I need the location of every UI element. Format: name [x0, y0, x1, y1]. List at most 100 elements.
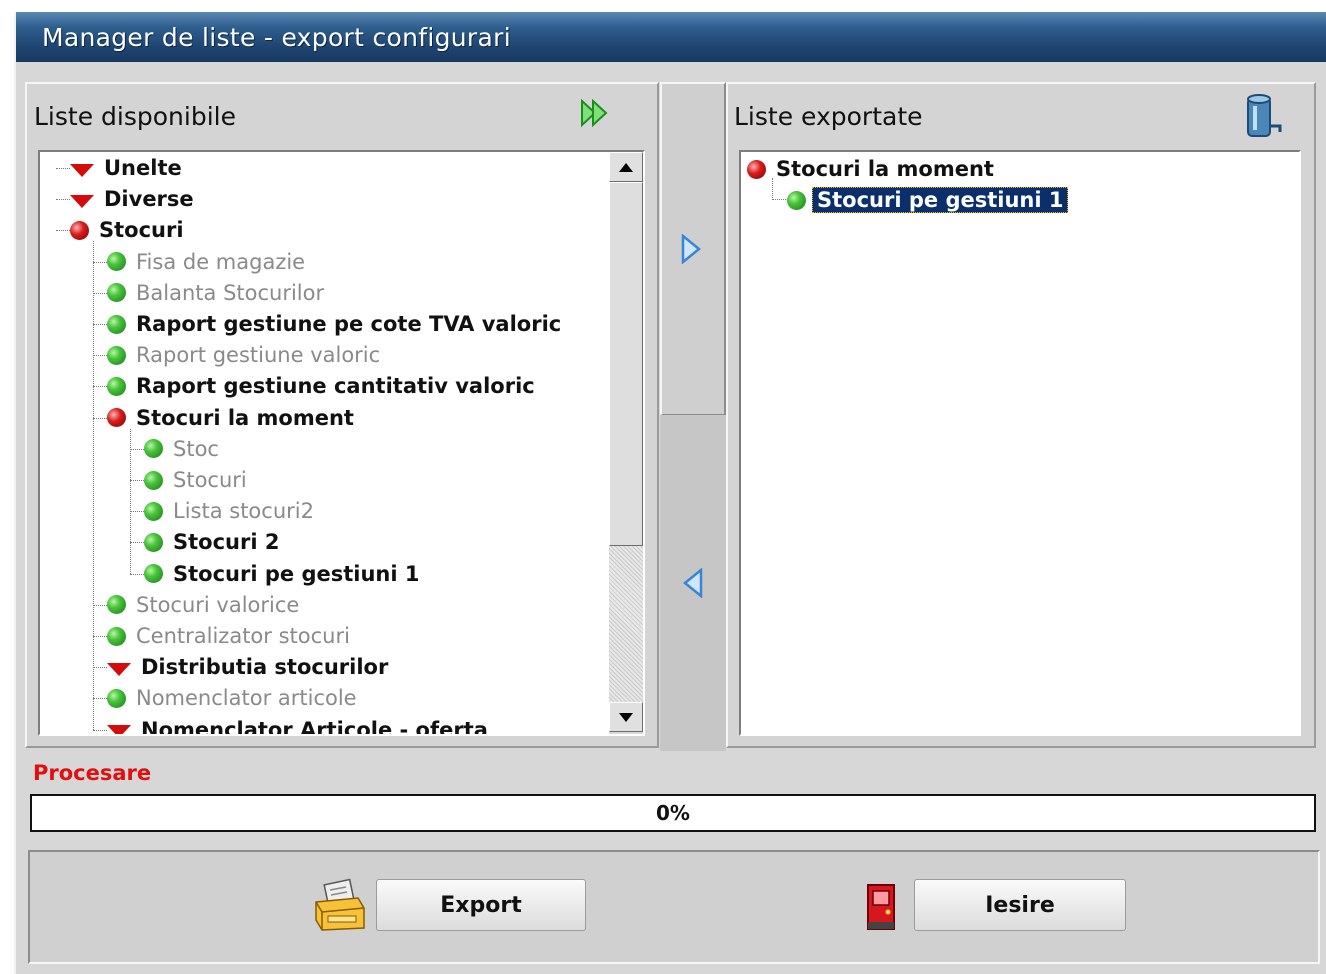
available-lists-panel: Liste disponibile Unelte Diverse Stocuri Fi… [25, 82, 659, 748]
scroll-up-button[interactable] [609, 152, 643, 182]
red-dot-icon [70, 220, 89, 240]
tree-item[interactable]: Stocuri 2 [144, 527, 279, 557]
tree-connector [130, 448, 144, 450]
tree-guide [93, 241, 94, 730]
trash-bin-icon[interactable] [1242, 92, 1286, 140]
tree-item[interactable]: Raport gestiune pe cote TVA valoric [107, 309, 561, 339]
double-arrow-right-icon[interactable] [579, 98, 611, 128]
tree-connector [93, 292, 107, 294]
chevron-down-icon [70, 194, 94, 208]
tree-connector [93, 386, 107, 388]
scroll-up-icon [619, 162, 633, 172]
exported-tree-item[interactable]: Stocuri la moment [747, 154, 994, 184]
exit-button[interactable]: Iesire [914, 879, 1126, 931]
progress-text: 0% [656, 801, 690, 825]
tree-connector [93, 667, 107, 669]
tree-connector [93, 355, 107, 357]
tree-item[interactable]: Fisa de magazie [107, 247, 305, 277]
tree-connector [93, 729, 107, 731]
green-dot-icon [107, 688, 126, 708]
chevron-down-icon [107, 725, 131, 734]
tree-item-label: Stoc [173, 436, 219, 461]
exported-tree-item[interactable]: Stocuri pe gestiuni 1 [787, 185, 1069, 215]
tree-item[interactable]: Unelte [70, 153, 182, 183]
red-dot-icon [747, 159, 766, 179]
arrow-left-icon[interactable] [682, 568, 704, 598]
tree-item-label: Stocuri la moment [776, 157, 994, 181]
exit-door-icon [867, 884, 895, 930]
tree-connector [772, 199, 786, 200]
tree-item[interactable]: Raport gestiune valoric [107, 340, 380, 370]
tree-item-label: Raport gestiune valoric [136, 343, 381, 368]
tree-connector [93, 636, 107, 637]
tree-item[interactable]: Diverse [70, 184, 194, 214]
tree-connector [130, 542, 144, 544]
tree-item-label: Lista stocuri2 [173, 499, 314, 524]
green-dot-icon [144, 564, 163, 584]
tree-item[interactable]: Lista stocuri2 [144, 496, 314, 526]
tree-item-label: Nomenclator Articole - oferta [141, 717, 488, 736]
tree-item-label: Raport gestiune cantitativ valoric [136, 374, 535, 399]
processing-label: Procesare [33, 761, 152, 785]
available-lists-tree[interactable]: Unelte Diverse Stocuri Fisa de magazie Balan… [38, 150, 645, 736]
tree-item[interactable]: Stocuri valorice [107, 590, 299, 620]
green-dot-icon [107, 314, 126, 334]
tree-item[interactable]: Stocuri la moment [107, 403, 354, 433]
title-bar: Manager de liste - export configurari [16, 12, 1326, 62]
tree-item-label: Unelte [104, 156, 182, 180]
arrow-right-icon[interactable] [680, 234, 702, 264]
export-button[interactable]: Export [376, 879, 586, 931]
printer-export-icon [315, 878, 365, 931]
tree-item-label: Stocuri la moment [136, 405, 354, 430]
tree-item-label: Nomenclator articole [136, 686, 357, 711]
tree-item-label: Fisa de magazie [136, 249, 306, 274]
tree-item[interactable]: Raport gestiune cantitativ valoric [107, 371, 535, 401]
tree-connector [93, 261, 107, 263]
tree-connector [93, 698, 107, 700]
tree-item-label: Raport gestiune pe cote TVA valoric [136, 312, 562, 336]
green-dot-icon [144, 439, 163, 459]
chevron-down-icon [70, 163, 94, 177]
exported-lists-title: Liste exportate [734, 102, 923, 131]
tree-connector [56, 230, 70, 232]
tree-item[interactable]: Stocuri pe gestiuni 1 [144, 559, 419, 589]
tree-item[interactable]: Stoc [144, 434, 219, 464]
tree-connector [130, 480, 144, 481]
green-dot-icon [107, 283, 126, 303]
green-dot-icon [107, 595, 126, 615]
scroll-down-icon [619, 712, 633, 722]
tree-item[interactable]: Stocuri [70, 215, 184, 245]
green-dot-icon [144, 532, 163, 552]
tree-connector [130, 573, 144, 575]
chevron-down-icon [107, 662, 131, 676]
tree-item[interactable]: Balanta Stocurilor [107, 278, 324, 308]
available-lists-title: Liste disponibile [34, 102, 236, 131]
tree-item-label: Stocuri [99, 218, 184, 243]
green-dot-icon [107, 376, 126, 396]
button-panel: Export Iesire [28, 850, 1320, 964]
window-title: Manager de liste - export configurari [42, 23, 511, 52]
tree-connector [130, 511, 144, 513]
vertical-scrollbar[interactable] [609, 152, 643, 734]
tree-guide [130, 428, 131, 574]
exported-lists-tree[interactable]: Stocuri la moment Stocuri pe gestiuni 1 [739, 150, 1301, 736]
tree-item-label: Stocuri [173, 468, 247, 492]
tree-item[interactable]: Stocuri [144, 465, 247, 495]
tree-item-label: Diverse [104, 187, 194, 212]
green-dot-icon [144, 470, 163, 490]
tree-item[interactable]: Nomenclator Articole - oferta [107, 715, 488, 736]
exit-button-label: Iesire [985, 892, 1055, 918]
tree-item-label: Stocuri 2 [173, 530, 280, 555]
tree-item[interactable]: Nomenclator articole [107, 683, 357, 713]
tree-item-label: Distributia stocurilor [141, 655, 389, 680]
scroll-down-button[interactable] [609, 702, 643, 732]
green-dot-icon [107, 626, 126, 646]
tree-connector [93, 417, 107, 419]
scroll-thumb[interactable] [609, 182, 643, 546]
tree-item[interactable]: Distributia stocurilor [107, 652, 388, 682]
scroll-track[interactable] [609, 546, 643, 702]
tree-item-label: Balanta Stocurilor [136, 280, 325, 305]
tree-connector [56, 199, 70, 201]
tree-item[interactable]: Centralizator stocuri [107, 621, 350, 651]
green-dot-icon [787, 190, 806, 210]
